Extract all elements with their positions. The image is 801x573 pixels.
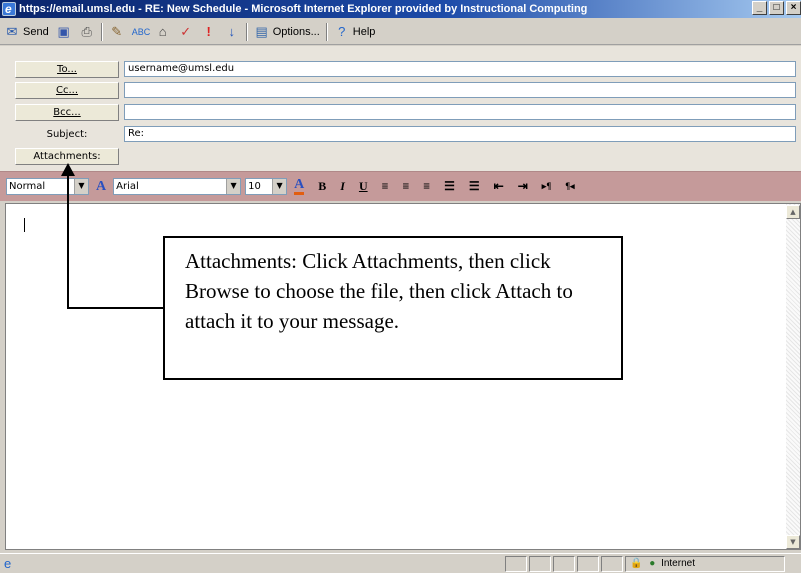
instruction-callout: Attachments: Click Attachments, then cli… — [163, 236, 623, 380]
browser-window: https://email.umsl.edu - RE: New Schedul… — [0, 0, 801, 573]
